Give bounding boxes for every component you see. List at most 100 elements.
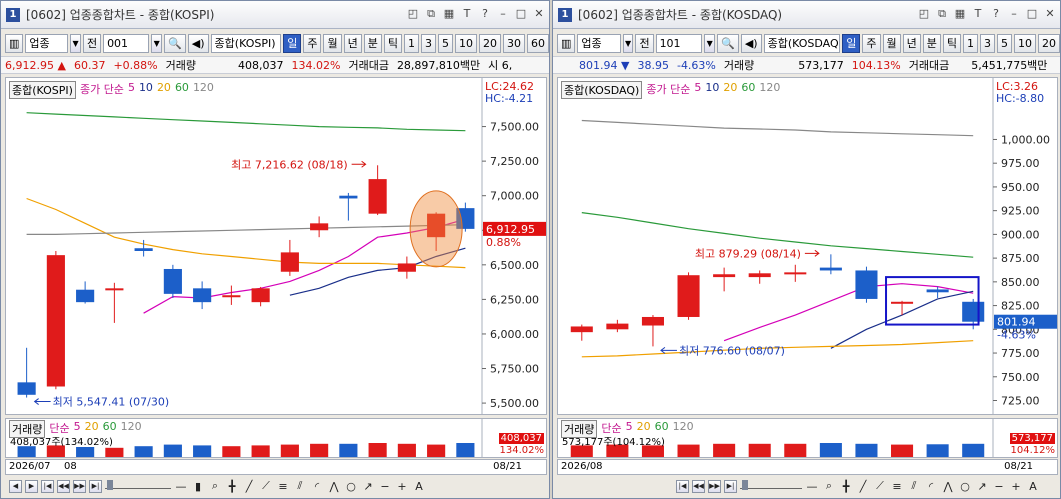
font-icon[interactable]: A: [1026, 480, 1040, 493]
period-tab-minute[interactable]: 분: [363, 33, 382, 53]
fan-tool-icon[interactable]: ⋀: [327, 480, 341, 493]
arc-tool-icon[interactable]: ◜: [924, 480, 938, 493]
minimize-icon[interactable]: –: [1008, 7, 1020, 21]
interval-button[interactable]: 5: [437, 33, 453, 53]
zoom-slider[interactable]: [105, 480, 171, 490]
arrow-tool-icon[interactable]: ↗: [975, 480, 989, 493]
price-chart[interactable]: 7,500.007,250.007,000.006,750.006,500.00…: [5, 77, 547, 415]
layout-icon[interactable]: ▥: [5, 33, 24, 53]
layout-icon[interactable]: ▥: [557, 33, 576, 53]
crosshair-icon[interactable]: ╋: [839, 480, 853, 493]
zoom-icon[interactable]: ⌕: [822, 479, 836, 493]
fib-tool-icon[interactable]: ≡: [276, 480, 290, 493]
zoom-in-icon[interactable]: +: [1009, 480, 1023, 493]
maximize-icon[interactable]: □: [1026, 7, 1038, 21]
zoom-out-icon[interactable]: −: [992, 480, 1006, 493]
arc-tool-icon[interactable]: ◜: [310, 480, 324, 493]
period-tab-day[interactable]: 일: [842, 33, 861, 53]
period-button[interactable]: 전: [82, 33, 102, 53]
interval-button[interactable]: 10: [1014, 33, 1036, 53]
interval-button[interactable]: 30: [502, 33, 525, 53]
help-icon[interactable]: ?: [479, 7, 491, 21]
interval-button[interactable]: 1: [963, 33, 978, 53]
interval-button[interactable]: 10: [454, 33, 477, 53]
maximize-icon[interactable]: □: [515, 7, 527, 21]
period-tab-minute[interactable]: 분: [922, 33, 941, 53]
zoom-out-icon[interactable]: −: [378, 480, 392, 493]
minimize-icon[interactable]: –: [497, 7, 509, 21]
last-page-button[interactable]: ▶|: [724, 479, 737, 493]
type-select[interactable]: 업종: [25, 33, 69, 53]
scroll-right-button[interactable]: ▶: [25, 479, 38, 493]
zoom-icon[interactable]: ⌕: [208, 479, 222, 493]
prev-page-button[interactable]: ◀◀: [57, 479, 70, 493]
code-input[interactable]: 101: [655, 33, 703, 53]
diagonal-tool-icon[interactable]: ⟋: [873, 479, 887, 493]
grid-icon[interactable]: ▦: [443, 7, 455, 21]
window-titlebar[interactable]: 1 [0602] 업종종합차트 - 종합(KOSDAQ) ◰ ⧉ ▦ T ? –…: [553, 1, 1060, 29]
price-chart[interactable]: 1,000.00 975.00 950.00 925.00 900.00 875.00 85…: [557, 77, 1058, 415]
text-icon[interactable]: T: [461, 7, 473, 21]
restore-icon[interactable]: ◰: [407, 7, 419, 21]
volume-chart[interactable]: 거래량 단순 5 20 60 120 573,177주(104.12%) 573…: [557, 418, 1058, 458]
next-page-button[interactable]: ▶▶: [73, 479, 86, 493]
circle-tool-icon[interactable]: ○: [958, 480, 972, 493]
draw-line-icon[interactable]: ╱: [242, 480, 256, 493]
fan-tool-icon[interactable]: ⋀: [941, 480, 955, 493]
period-tab-week[interactable]: 주: [862, 33, 881, 53]
period-tab-year[interactable]: 년: [902, 33, 921, 53]
copy-icon[interactable]: ⧉: [936, 7, 948, 21]
period-tab-month[interactable]: 월: [323, 33, 342, 53]
arrow-tool-icon[interactable]: ↗: [361, 480, 375, 493]
volume-chart[interactable]: 거래량 단순 5 20 60 120 408,037주(134.02%) 408…: [5, 418, 547, 458]
interval-button[interactable]: 3: [420, 33, 436, 53]
draw-line-icon[interactable]: ╱: [856, 480, 870, 493]
period-button[interactable]: 전: [635, 33, 654, 53]
zoom-slider[interactable]: [740, 480, 802, 490]
crosshair-icon[interactable]: ╋: [225, 480, 239, 493]
chevron-down-icon[interactable]: ▼: [70, 33, 81, 53]
channel-tool-icon[interactable]: ⫽: [293, 479, 307, 493]
chevron-down-icon[interactable]: ▼: [704, 33, 716, 53]
zoom-in-icon[interactable]: +: [395, 480, 409, 493]
help-icon[interactable]: ?: [990, 7, 1002, 21]
scroll-left-button[interactable]: ◀: [9, 479, 22, 493]
period-tab-tick[interactable]: 틱: [942, 33, 961, 53]
line-tool-icon[interactable]: —: [805, 480, 819, 493]
interval-button[interactable]: 60: [526, 33, 549, 53]
chevron-down-icon[interactable]: ▼: [151, 33, 163, 53]
chevron-down-icon[interactable]: ▼: [622, 33, 634, 53]
close-icon[interactable]: ✕: [533, 7, 545, 21]
interval-button[interactable]: 20: [478, 33, 501, 53]
first-page-button[interactable]: |◀: [41, 479, 54, 493]
period-tab-year[interactable]: 년: [343, 33, 362, 53]
diagonal-tool-icon[interactable]: ⟋: [259, 479, 273, 493]
restore-icon[interactable]: ◰: [918, 7, 930, 21]
interval-button[interactable]: 1: [403, 33, 419, 53]
speaker-icon[interactable]: ◀): [187, 33, 209, 53]
circle-tool-icon[interactable]: ○: [344, 480, 358, 493]
type-select[interactable]: 업종: [577, 33, 621, 53]
close-icon[interactable]: ✕: [1044, 7, 1056, 21]
search-icon[interactable]: 🔍: [717, 33, 739, 53]
candle-tool-icon[interactable]: ▮: [191, 480, 205, 493]
period-tab-tick[interactable]: 틱: [383, 33, 402, 53]
fib-tool-icon[interactable]: ≡: [890, 480, 904, 493]
copy-icon[interactable]: ⧉: [425, 7, 437, 21]
period-tab-week[interactable]: 주: [303, 33, 322, 53]
interval-button[interactable]: 5: [997, 33, 1012, 53]
text-icon[interactable]: T: [972, 7, 984, 21]
interval-button[interactable]: 20: [1038, 33, 1060, 53]
channel-tool-icon[interactable]: ⫽: [907, 479, 921, 493]
period-tab-month[interactable]: 월: [882, 33, 901, 53]
period-tab-day[interactable]: 일: [283, 33, 302, 53]
font-icon[interactable]: A: [412, 480, 426, 493]
line-tool-icon[interactable]: —: [174, 480, 188, 493]
first-page-button[interactable]: |◀: [676, 479, 689, 493]
code-input[interactable]: 001: [103, 33, 150, 53]
last-page-button[interactable]: ▶|: [89, 479, 102, 493]
next-page-button[interactable]: ▶▶: [708, 479, 721, 493]
window-titlebar[interactable]: 1 [0602] 업종종합차트 - 종합(KOSPI) ◰ ⧉ ▦ T ? – …: [1, 1, 549, 29]
prev-page-button[interactable]: ◀◀: [692, 479, 705, 493]
interval-button[interactable]: 3: [980, 33, 995, 53]
